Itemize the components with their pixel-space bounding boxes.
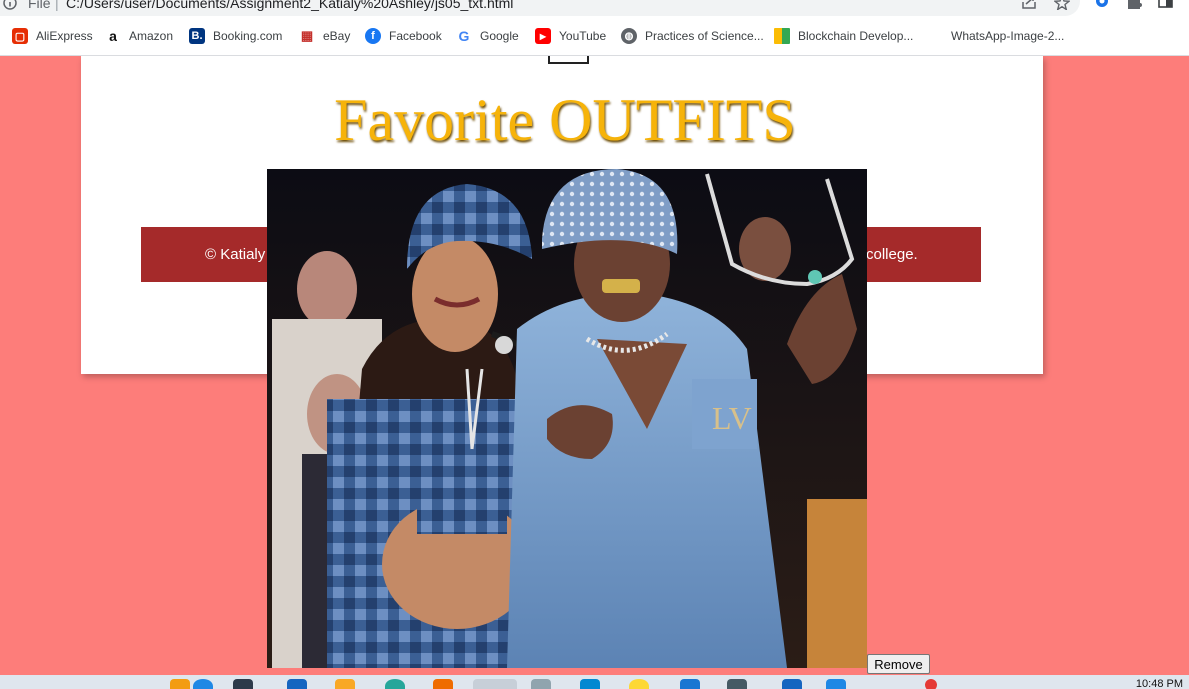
bookmark-ebay[interactable]: ▦ eBay (299, 27, 350, 45)
facebook-icon: f (365, 28, 381, 44)
app-icon[interactable] (727, 679, 747, 689)
file-explorer-icon[interactable] (335, 679, 355, 689)
app-icon[interactable] (680, 679, 700, 689)
bookmark-practices-of-science[interactable]: ◍ Practices of Science... (621, 27, 764, 45)
bookmark-facebook[interactable]: f Facebook (365, 27, 442, 45)
taskbar: 10:48 PM (0, 675, 1189, 689)
bookmark-label: Booking.com (213, 29, 283, 43)
youtube-icon: ▶ (535, 28, 551, 44)
ebay-icon: ▦ (299, 28, 315, 44)
task-view-icon[interactable] (233, 679, 253, 689)
url-text[interactable]: C:/Users/user/Documents/Assignment2_Kati… (66, 0, 513, 11)
taskbar-clock[interactable]: 10:48 PM (1136, 678, 1183, 689)
page-title: Favorite OUTFITS (334, 87, 796, 153)
share-icon[interactable] (1021, 0, 1037, 10)
svg-text:LV: LV (712, 400, 752, 436)
page-body: Favorite OUTFITS © Katialy college. LV R… (0, 56, 1189, 675)
globe-icon: ◍ (621, 28, 637, 44)
google-icon: G (456, 28, 472, 44)
bookmark-label: Amazon (129, 29, 174, 43)
bookmark-star-icon[interactable] (1054, 0, 1070, 10)
pencil-app-icon[interactable] (170, 679, 190, 689)
puzzle-icon[interactable] (1126, 0, 1142, 9)
extension-icon[interactable] (1094, 0, 1110, 9)
outfit-photo: LV (267, 169, 867, 668)
app-icon[interactable] (531, 679, 551, 689)
remove-button[interactable]: Remove (867, 654, 930, 674)
address-bar: File | C:/Users/user/Documents/Assignmen… (0, 0, 1189, 16)
bookmark-label: Google (480, 29, 519, 43)
mail-icon[interactable] (580, 679, 600, 689)
bookmark-google[interactable]: G Google (456, 27, 519, 45)
bookmark-youtube[interactable]: ▶ YouTube (535, 27, 606, 45)
chrome-taskbar-icon[interactable] (473, 679, 517, 689)
bookmark-blockchain[interactable]: Blockchain Develop... (774, 27, 913, 45)
bookmark-aliexpress[interactable]: ▢ AliExpress (12, 27, 93, 45)
edge-icon[interactable] (287, 679, 307, 689)
bookmark-label: AliExpress (36, 29, 93, 43)
bookmarks-bar: ▢ AliExpress a Amazon B. Booking.com ▦ e… (0, 16, 1189, 56)
bookmark-amazon[interactable]: a Amazon (105, 27, 173, 45)
footer-college: college. (866, 246, 918, 263)
info-icon[interactable] (3, 0, 17, 10)
file-label: File (28, 0, 51, 11)
bookmark-label: eBay (323, 29, 351, 43)
bookmark-label: Practices of Science... (645, 29, 764, 43)
amazon-icon: a (105, 28, 121, 44)
footer-copyright: © Katialy (205, 246, 266, 263)
store-icon[interactable] (385, 679, 405, 689)
bookmark-label: Facebook (389, 29, 442, 43)
app-icon[interactable] (826, 679, 846, 689)
bookmark-booking[interactable]: B. Booking.com (189, 27, 282, 45)
address-separator: | (55, 0, 59, 11)
bookmark-whatsapp-image[interactable]: WhatsApp-Image-2... (951, 27, 1064, 45)
notification-badge-icon[interactable] (925, 679, 937, 689)
aliexpress-icon: ▢ (12, 28, 28, 44)
app-icon[interactable] (629, 679, 649, 689)
browser-app-icon[interactable] (193, 679, 213, 689)
top-button[interactable] (548, 56, 589, 64)
outfit-photo-illustration: LV (267, 169, 867, 668)
bookmark-label: Blockchain Develop... (798, 29, 914, 43)
booking-icon: B. (189, 28, 205, 44)
vscode-icon[interactable] (782, 679, 802, 689)
app-icon[interactable] (433, 679, 453, 689)
bookmark-label: YouTube (559, 29, 607, 43)
bookmark-label: WhatsApp-Image-2... (951, 29, 1065, 43)
side-panel-icon[interactable] (1158, 0, 1174, 9)
grid-icon (774, 28, 790, 44)
